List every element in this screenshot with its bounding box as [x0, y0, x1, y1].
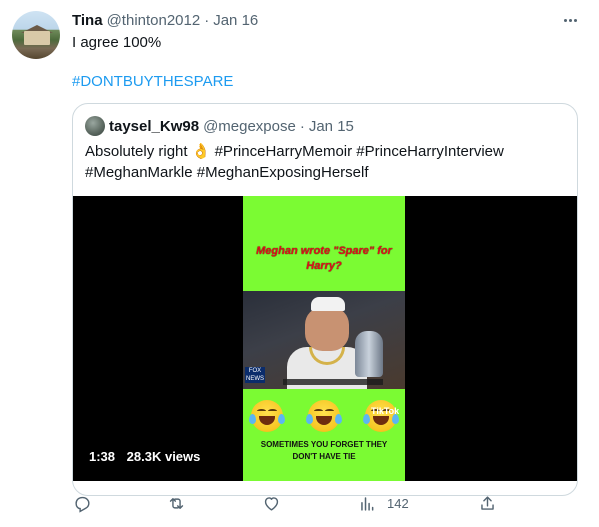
views-button[interactable]: 142: [358, 492, 409, 514]
news-logo: FOX NEWS: [245, 367, 265, 383]
news-ticker: [283, 379, 383, 385]
hashtag-meghan-exposing-herself[interactable]: #MeghanExposingHerself: [197, 164, 369, 181]
ok-hand-emoji: 👌: [191, 143, 211, 160]
emoji-tear: [335, 414, 342, 424]
video-duration: 1:38: [89, 449, 116, 464]
laughing-crying-emoji-icon: [363, 400, 399, 432]
video-player[interactable]: Meghan wrote "Spare" for Harry? FOX NEWS: [73, 196, 577, 481]
video-caption-bottom: SOMETIMES YOU FORGET THEY DON'T HAVE TIE: [260, 440, 388, 461]
emoji-tear: [278, 414, 285, 424]
tweet-date[interactable]: Jan 16: [213, 12, 258, 29]
laughing-crying-emoji-icon: [249, 400, 285, 432]
quoted-separator-dot: ·: [299, 117, 305, 135]
like-button[interactable]: [262, 492, 281, 514]
video-frame: Meghan wrote "Spare" for Harry? FOX NEWS: [243, 196, 405, 481]
hashtag-prince-harry-interview[interactable]: #PrinceHarryInterview: [356, 143, 504, 160]
author-name[interactable]: Tina: [72, 12, 103, 29]
laughing-crying-emoji-icon: [306, 400, 342, 432]
separator-dot: ·: [204, 11, 210, 29]
more-dot-2: [568, 18, 572, 22]
views-count: 142: [387, 495, 409, 511]
author-avatar[interactable]: [12, 11, 60, 59]
tiktok-watermark: TikTok: [371, 406, 400, 416]
quoted-tweet-text: Absolutely right 👌 #PrinceHarryMemoir #P…: [85, 141, 565, 183]
quoted-author-name[interactable]: taysel_Kw98: [109, 118, 199, 135]
emoji-eye: [268, 409, 277, 413]
emoji-mouth: [316, 416, 332, 425]
avatar-house: [24, 31, 50, 45]
quoted-tweet-header: taysel_Kw98 @megexpose · Jan 15: [85, 116, 354, 136]
quoted-author-handle[interactable]: @megexpose: [203, 118, 296, 135]
emoji-tear: [363, 414, 370, 424]
trophy-belt: [355, 331, 383, 377]
hashtag-link[interactable]: #DONTBUYTHESPARE: [72, 72, 233, 92]
emoji-tear: [306, 414, 313, 424]
reply-icon: [75, 496, 90, 513]
emoji-mouth: [373, 416, 389, 425]
video-caption-top: Meghan wrote "Spare" for Harry?: [256, 245, 392, 272]
video-stats: 1:38 28.3K views: [89, 449, 200, 464]
share-icon: [481, 495, 494, 510]
more-dot-3: [573, 18, 577, 22]
share-button[interactable]: [478, 492, 497, 514]
tweet-actions: 142: [72, 492, 502, 514]
emoji-tear: [249, 414, 256, 424]
author-handle[interactable]: @thinton2012: [107, 12, 201, 29]
quoted-text-start: Absolutely right: [85, 143, 192, 160]
emoji-eye: [257, 409, 266, 413]
video-views: 28.3K views: [126, 449, 201, 464]
person-face: [305, 307, 349, 351]
emoji-mouth: [259, 416, 275, 425]
laughing-emoji-row: [249, 400, 399, 432]
tweet-text: I agree 100%: [72, 34, 162, 51]
like-icon: [264, 496, 279, 511]
more-dot-1: [563, 18, 567, 22]
video-still-image: FOX NEWS: [243, 291, 405, 389]
more-options-icon[interactable]: [560, 12, 580, 28]
person-cap: [311, 297, 345, 311]
reply-button[interactable]: [73, 492, 92, 514]
hashtag-meghan-markle[interactable]: #MeghanMarkle: [85, 164, 193, 181]
hashtag-prince-harry-memoir[interactable]: #PrinceHarryMemoir: [215, 143, 353, 160]
emoji-eye: [325, 409, 334, 413]
retweet-icon: [169, 497, 184, 509]
emoji-eye: [314, 409, 323, 413]
quoted-tweet[interactable]: taysel_Kw98 @megexpose · Jan 15 Absolute…: [72, 103, 578, 496]
quoted-author-avatar[interactable]: [85, 116, 105, 136]
analytics-icon: [361, 496, 374, 511]
retweet-button[interactable]: [167, 492, 186, 514]
tweet-header: Tina @thinton2012 · Jan 16: [72, 11, 258, 29]
quoted-tweet-date[interactable]: Jan 15: [309, 118, 354, 135]
